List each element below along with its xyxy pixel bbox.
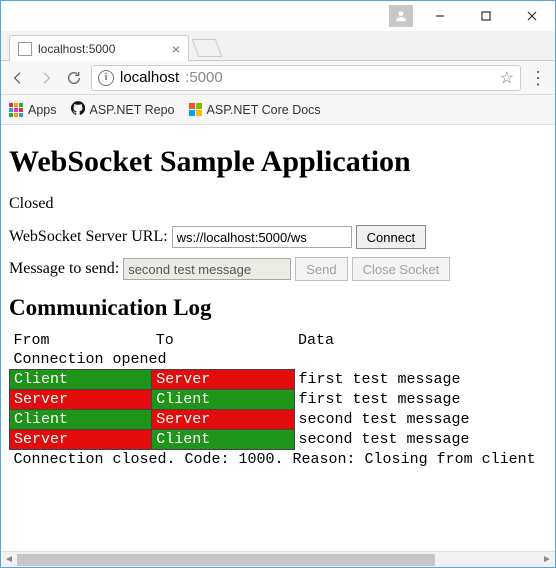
window-titlebar [1,1,555,31]
log-header-from: From [10,331,152,350]
user-avatar-icon[interactable] [389,5,413,27]
ws-url-row: WebSocket Server URL: Connect [9,225,547,249]
nav-back-button[interactable] [7,67,29,89]
horizontal-scrollbar[interactable]: ◄ ► [1,551,555,567]
log-data-cell: second test message [294,410,540,430]
log-data-cell: first test message [294,370,540,390]
site-info-icon[interactable]: i [98,70,114,86]
nav-reload-button[interactable] [63,67,85,89]
communication-log-table: From To Data Connection opened ClientSer… [9,331,540,469]
bookmark-apps[interactable]: Apps [9,103,57,117]
scroll-thumb[interactable] [17,554,435,566]
window-minimize-button[interactable] [417,1,463,31]
log-header-to: To [152,331,294,350]
log-row: ClientServersecond test message [10,410,540,430]
log-row: ServerClientsecond test message [10,430,540,450]
window-close-button[interactable] [509,1,555,31]
log-data-cell: second test message [294,430,540,450]
log-to-cell: Server [152,410,294,430]
scroll-right-icon[interactable]: ► [539,552,555,568]
ws-url-label: WebSocket Server URL: [9,228,168,246]
log-close-row: Connection closed. Code: 1000. Reason: C… [10,450,540,470]
log-from-cell: Server [10,430,152,450]
log-from-cell: Server [10,390,152,410]
log-data-cell: first test message [294,390,540,410]
favicon-icon [18,42,32,56]
message-input[interactable] [123,258,291,280]
log-heading: Communication Log [9,295,547,321]
close-socket-button[interactable]: Close Socket [352,257,451,281]
url-host: localhost [120,69,179,86]
url-port: :5000 [185,69,223,86]
message-label: Message to send: [9,260,119,278]
log-from-cell: Client [10,370,152,390]
url-input[interactable]: i localhost :5000 ☆ [91,65,521,91]
browser-menu-button[interactable]: ⋮ [527,67,549,89]
tab-strip: localhost:5000 × [1,31,555,61]
log-to-cell: Client [152,390,294,410]
log-to-cell: Client [152,430,294,450]
nav-forward-button[interactable] [35,67,57,89]
bookmark-aspnet-docs[interactable]: ASP.NET Core Docs [189,103,321,117]
page-content: WebSocket Sample Application Closed WebS… [1,125,555,551]
log-header-data: Data [294,331,540,350]
message-row: Message to send: Send Close Socket [9,257,547,281]
scroll-track[interactable] [17,552,539,567]
bookmark-repo-label: ASP.NET Repo [90,103,175,117]
log-from-cell: Client [10,410,152,430]
log-row: ServerClientfirst test message [10,390,540,410]
log-open-text: Connection opened [10,350,540,370]
address-bar: i localhost :5000 ☆ ⋮ [1,61,555,95]
scroll-left-icon[interactable]: ◄ [1,552,17,568]
window-maximize-button[interactable] [463,1,509,31]
tab-close-icon[interactable]: × [172,42,180,56]
log-to-cell: Server [152,370,294,390]
log-open-row: Connection opened [10,350,540,370]
log-header-row: From To Data [10,331,540,350]
connection-status: Closed [9,195,547,213]
log-close-text: Connection closed. Code: 1000. Reason: C… [10,450,540,470]
send-button[interactable]: Send [295,257,347,281]
bookmark-star-icon[interactable]: ☆ [500,68,514,88]
github-icon [71,101,85,118]
microsoft-icon [189,103,202,116]
new-tab-button[interactable] [192,39,223,57]
bookmark-apps-label: Apps [28,103,57,117]
ws-url-input[interactable] [172,226,352,248]
connect-button[interactable]: Connect [356,225,426,249]
bookmark-aspnet-repo[interactable]: ASP.NET Repo [71,101,175,118]
apps-icon [9,103,23,117]
log-row: ClientServerfirst test message [10,370,540,390]
bookmark-docs-label: ASP.NET Core Docs [207,103,321,117]
browser-tab[interactable]: localhost:5000 × [9,35,189,61]
bookmarks-bar: Apps ASP.NET Repo ASP.NET Core Docs [1,95,555,125]
page-title: WebSocket Sample Application [9,145,547,179]
tab-title: localhost:5000 [38,42,166,56]
